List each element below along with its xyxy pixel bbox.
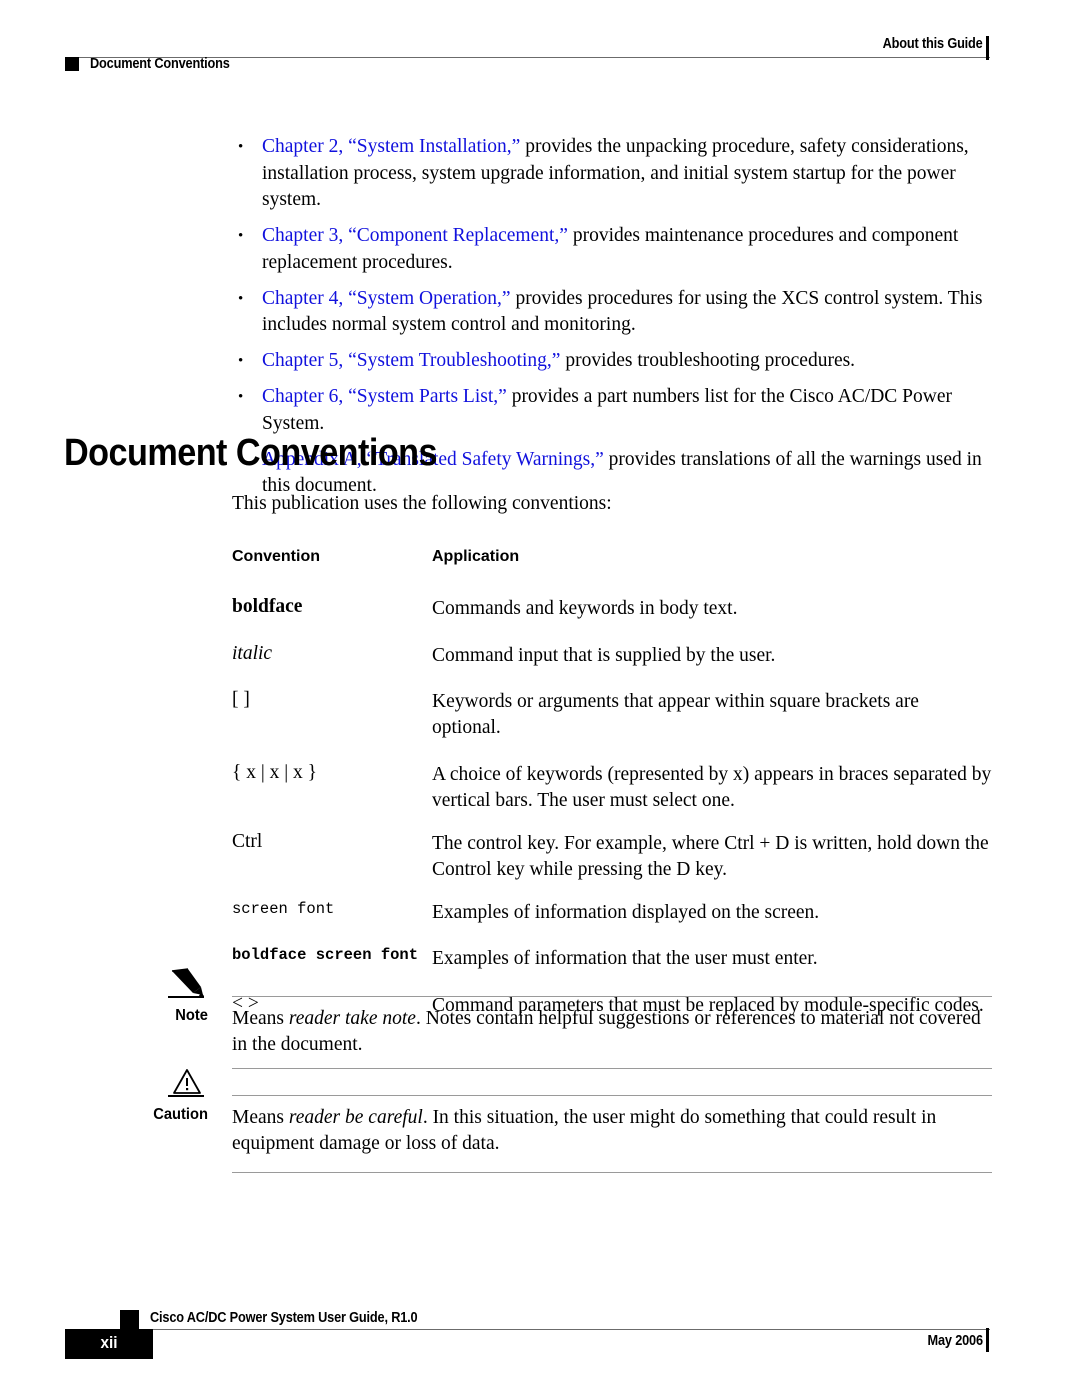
convention-sample-braces: { x | x | x } xyxy=(232,761,318,783)
list-item: Chapter 6, “System Parts List,” provides… xyxy=(232,384,992,437)
warning-triangle-icon xyxy=(168,1067,210,1097)
convention-sample-italic: italic xyxy=(232,642,273,664)
table-row: [ ] Keywords or arguments that appear wi… xyxy=(232,689,992,762)
header-bullet-square-icon xyxy=(65,57,79,71)
publication-date: May 2006 xyxy=(927,1333,984,1349)
header-end-tick xyxy=(986,36,989,60)
column-header-convention: Convention xyxy=(232,548,320,565)
note-lead: Means xyxy=(232,1008,289,1029)
application-text: Commands and keywords in body text. xyxy=(432,598,738,619)
convention-sample-ctrl: Ctrl xyxy=(232,830,263,852)
page-title: Document Conventions xyxy=(64,432,438,474)
caution-icon-underline xyxy=(168,1095,204,1097)
chapter-link[interactable]: Chapter 3, “Component Replacement,” xyxy=(262,225,568,246)
table-row: Ctrl The control key. For example, where… xyxy=(232,831,992,900)
note-rule-bottom xyxy=(232,1068,992,1069)
chapter-link[interactable]: Chapter 2, “System Installation,” xyxy=(262,136,520,157)
caution-rule-bottom xyxy=(232,1172,992,1173)
caution-rule-top xyxy=(232,1095,992,1096)
footer-divider-rule xyxy=(112,1329,990,1330)
list-item-text: provides troubleshooting procedures. xyxy=(560,350,856,371)
page-number: xii xyxy=(100,1333,118,1352)
table-header-row: Convention Application xyxy=(232,548,992,596)
table-row: boldface Commands and keywords in body t… xyxy=(232,596,992,643)
column-header-application: Application xyxy=(432,548,520,565)
convention-sample-boldface: boldface xyxy=(232,596,303,617)
pencil-icon xyxy=(168,968,210,998)
table-row: boldface screen font Examples of informa… xyxy=(232,946,992,993)
list-item: Chapter 4, “System Operation,” provides … xyxy=(232,286,992,339)
list-item: Chapter 5, “System Troubleshooting,” pro… xyxy=(232,348,992,375)
convention-sample-brackets: [ ] xyxy=(232,689,250,710)
note-emphasis: reader take note xyxy=(288,1008,416,1029)
table-row: { x | x | x } A choice of keywords (repr… xyxy=(232,762,992,831)
list-item: Chapter 2, “System Installation,” provid… xyxy=(232,134,992,214)
convention-sample-screen-font: screen font xyxy=(232,899,335,918)
caution-text: Means reader be careful. In this situati… xyxy=(232,1105,994,1157)
list-item: Chapter 3, “Component Replacement,” prov… xyxy=(232,223,992,276)
note-rule-top xyxy=(232,996,992,997)
page-header: About this Guide Document Conventions xyxy=(0,0,1080,90)
note-text: Means reader take note. Notes contain he… xyxy=(232,1006,994,1058)
running-head-left: Document Conventions xyxy=(90,56,230,72)
application-text: A choice of keywords (represented by x) … xyxy=(432,763,992,811)
application-text: Keywords or arguments that appear within… xyxy=(432,691,919,738)
caution-lead: Means xyxy=(232,1107,289,1128)
caution-emphasis: reader be careful xyxy=(288,1107,423,1128)
intro-paragraph: This publication uses the following conv… xyxy=(232,493,612,514)
application-text: Examples of information displayed on the… xyxy=(432,901,820,923)
application-text: The control key. For example, where Ctrl… xyxy=(432,832,989,880)
chapter-link[interactable]: Chapter 5, “System Troubleshooting,” xyxy=(262,350,560,371)
table-row: screen font Examples of information disp… xyxy=(232,900,992,947)
footer-end-tick xyxy=(986,1328,989,1352)
application-text: Command input that is supplied by the us… xyxy=(432,644,776,666)
caution-label: Caution xyxy=(153,1106,208,1123)
chapter-link[interactable]: Chapter 6, “System Parts List,” xyxy=(262,386,507,407)
application-text: Examples of information that the user mu… xyxy=(432,948,818,969)
footer-bullet-square-icon xyxy=(120,1310,139,1329)
running-head-right: About this Guide xyxy=(883,36,983,52)
guide-title: Cisco AC/DC Power System User Guide, R1.… xyxy=(150,1310,418,1326)
conventions-table: Convention Application boldface Commands… xyxy=(232,548,992,1039)
note-label: Note xyxy=(175,1007,208,1024)
note-icon-underline xyxy=(168,996,204,998)
table-row: italic Command input that is supplied by… xyxy=(232,643,992,690)
chapter-link[interactable]: Chapter 4, “System Operation,” xyxy=(262,288,511,309)
convention-sample-boldface-screen-font: boldface screen font xyxy=(232,946,419,964)
